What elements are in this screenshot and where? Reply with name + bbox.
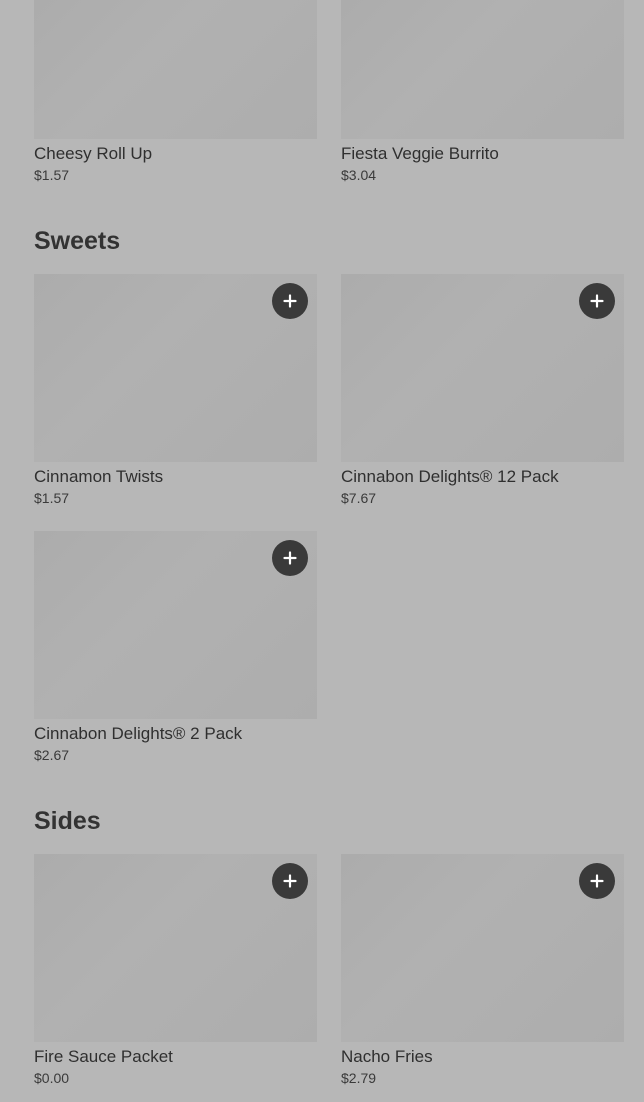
add-to-cart-button[interactable] [579, 283, 615, 319]
item-image[interactable] [341, 0, 624, 139]
add-to-cart-button[interactable] [272, 283, 308, 319]
menu-grid-sides: Fire Sauce Packet $0.00 Nacho Fries $2.7… [34, 854, 624, 1087]
item-price: $2.67 [34, 747, 70, 763]
item-price: $3.04 [341, 167, 377, 183]
menu-item-card[interactable]: Cheesy Roll Up $1.57 [34, 0, 317, 184]
item-price: $0.00 [34, 1070, 70, 1086]
item-image[interactable] [34, 854, 317, 1042]
item-price: $7.67 [341, 490, 377, 506]
add-to-cart-button[interactable] [272, 540, 308, 576]
item-image[interactable] [341, 274, 624, 462]
menu-grid-top: Cheesy Roll Up $1.57 Fiesta Veggie Burri… [34, 0, 624, 184]
item-image[interactable] [34, 274, 317, 462]
menu-item-card[interactable]: Cinnamon Twists $1.57 [34, 274, 317, 507]
add-to-cart-button[interactable] [272, 863, 308, 899]
section-title-sides: Sides [34, 807, 101, 835]
item-name: Cinnamon Twists [34, 467, 164, 486]
menu-grid-sweets: Cinnamon Twists $1.57 Cinnabon Delights®… [34, 274, 624, 764]
plus-icon [590, 294, 604, 308]
plus-icon [283, 551, 297, 565]
item-name: Cinnabon Delights® 2 Pack [34, 724, 243, 743]
item-price: $1.57 [34, 490, 70, 506]
menu-item-card[interactable]: Cinnabon Delights® 12 Pack $7.67 [341, 274, 624, 507]
item-image[interactable] [34, 0, 317, 139]
plus-icon [590, 874, 604, 888]
item-image[interactable] [341, 854, 624, 1042]
item-price: $2.79 [341, 1070, 377, 1086]
menu-item-card[interactable]: Cinnabon Delights® 2 Pack $2.67 [34, 531, 317, 764]
menu-item-card[interactable]: Fiesta Veggie Burrito $3.04 [341, 0, 624, 184]
add-to-cart-button[interactable] [579, 863, 615, 899]
item-name: Fire Sauce Packet [34, 1047, 173, 1066]
item-name: Cheesy Roll Up [34, 144, 153, 163]
menu-item-card[interactable]: Nacho Fries $2.79 [341, 854, 624, 1087]
item-name: Cinnabon Delights® 12 Pack [341, 467, 559, 486]
item-name: Nacho Fries [341, 1047, 433, 1066]
menu-item-card[interactable]: Fire Sauce Packet $0.00 [34, 854, 317, 1087]
menu-page: Cheesy Roll Up $1.57 Fiesta Veggie Burri… [0, 0, 644, 1102]
plus-icon [283, 874, 297, 888]
section-title-sweets: Sweets [34, 227, 121, 255]
plus-icon [283, 294, 297, 308]
item-price: $1.57 [34, 167, 70, 183]
item-image[interactable] [34, 531, 317, 719]
item-name: Fiesta Veggie Burrito [341, 144, 499, 163]
